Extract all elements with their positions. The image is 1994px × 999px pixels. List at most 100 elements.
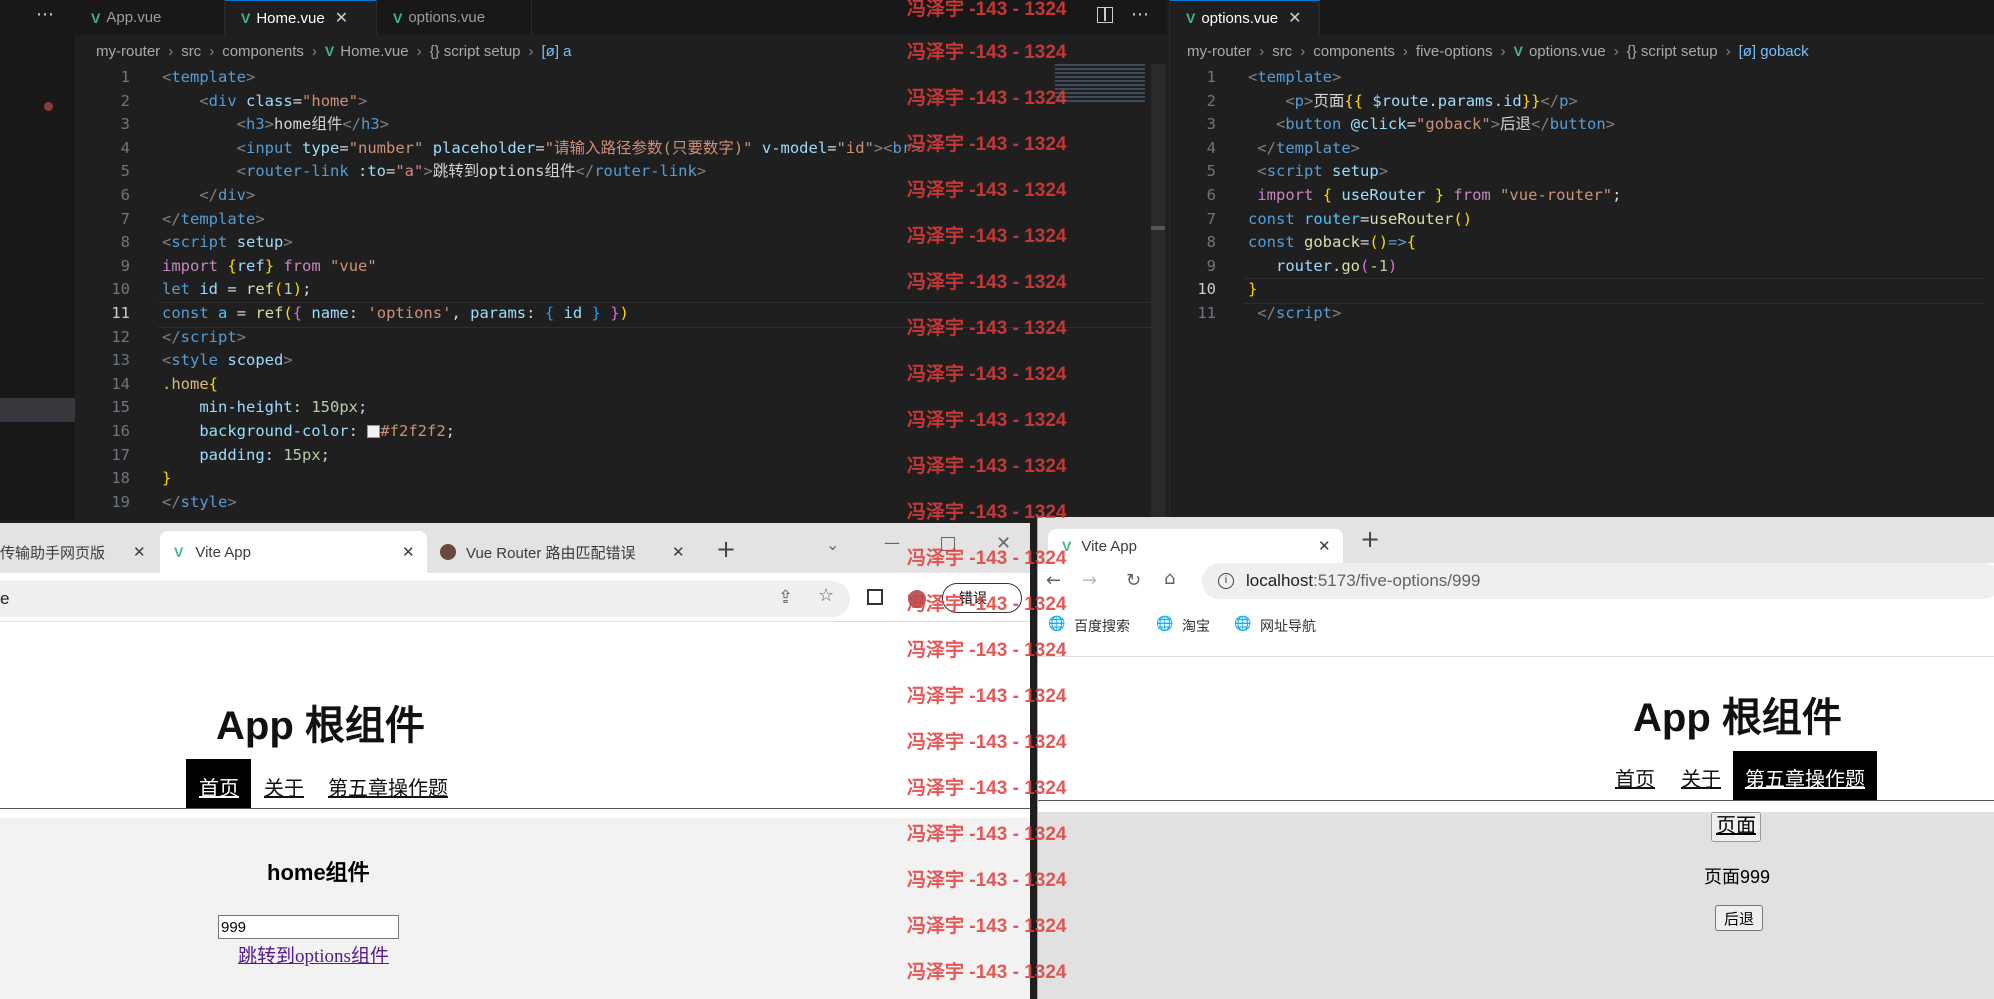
tab-options-vue[interactable]: V options.vue ✕ — [1170, 0, 1320, 35]
route-param-input[interactable] — [218, 915, 399, 939]
nav-chapter5[interactable]: 第五章操作题 — [328, 772, 448, 801]
close-icon[interactable]: ✕ — [1318, 537, 1331, 555]
star-icon[interactable]: ☆ — [818, 585, 834, 606]
editor-tabbar: V options.vue ✕ — [1170, 0, 1994, 35]
watermark-text: 冯泽宇 -143 - 1324 — [907, 134, 1067, 155]
line-number: 2 — [120, 91, 130, 110]
address-bar[interactable]: i localhost :5173/five-options/999 — [1202, 563, 1994, 599]
vue-icon: V — [91, 9, 101, 26]
watermark-text: 冯泽宇 -143 - 1324 — [907, 962, 1067, 983]
close-icon[interactable]: ✕ — [402, 543, 415, 561]
new-tab-icon[interactable]: + — [1360, 525, 1380, 553]
close-icon[interactable]: ✕ — [133, 543, 146, 561]
chevron-down-icon[interactable]: ⌄ — [826, 535, 839, 554]
vue-icon: V — [174, 544, 184, 560]
browser-tab[interactable]: 传输助手网页版 ✕ — [0, 531, 155, 573]
browser-tab-active[interactable]: V Vite App ✕ — [160, 531, 427, 573]
crumb[interactable]: [ø] a — [542, 43, 572, 60]
address-host: localhost — [1246, 571, 1314, 590]
crumb[interactable]: src — [1272, 43, 1292, 60]
close-icon[interactable]: ✕ — [335, 8, 348, 28]
nav-about[interactable]: 关于 — [264, 772, 304, 801]
breakpoint-dot[interactable] — [44, 102, 53, 111]
close-icon[interactable]: ✕ — [672, 543, 685, 561]
line-number: 7 — [1206, 209, 1216, 228]
watermark-text: 冯泽宇 -143 - 1324 — [907, 686, 1067, 707]
vue-icon: V — [241, 10, 251, 26]
bookmark-taobao[interactable]: 淘宝 — [1182, 616, 1210, 636]
line-number: 13 — [111, 351, 130, 370]
tab-options-vue[interactable]: V options.vue — [377, 0, 532, 35]
bookmark-baidu[interactable]: 百度搜索 — [1074, 616, 1130, 636]
line-number: 15 — [111, 398, 130, 417]
content-divider — [1038, 656, 1994, 657]
crumb[interactable]: Home.vue — [340, 43, 408, 60]
home-icon[interactable]: ⌂ — [1164, 568, 1175, 589]
browser-tab-active[interactable]: V Vite App ✕ — [1048, 529, 1343, 563]
left-browser-window: 传输助手网页版 ✕ V Vite App ✕ Vue Router 路由匹配错误… — [0, 523, 1030, 999]
minimap[interactable] — [1055, 64, 1145, 104]
nav-about[interactable]: 关于 — [1681, 763, 1721, 792]
home-title: home组件 — [267, 860, 370, 885]
line-number: 4 — [120, 138, 130, 157]
crumb[interactable]: [ø] goback — [1739, 43, 1809, 60]
minimize-icon[interactable]: — — [884, 533, 900, 552]
bookmark-nav[interactable]: 网址导航 — [1260, 616, 1316, 636]
crumb[interactable]: my-router — [1187, 43, 1251, 60]
line-number: 10 — [1197, 280, 1216, 299]
address-text: e — [0, 589, 10, 608]
line-number: 19 — [111, 492, 130, 511]
tab-app-vue[interactable]: V App.vue — [75, 0, 225, 35]
nav-home[interactable]: 首页 — [199, 772, 239, 801]
color-swatch[interactable] — [367, 424, 381, 438]
new-tab-icon[interactable]: + — [716, 535, 736, 563]
watermark-text: 冯泽宇 -143 - 1324 — [907, 502, 1067, 523]
sidepanel-icon[interactable] — [867, 589, 883, 605]
forward-icon[interactable]: → — [1082, 570, 1097, 591]
tab-label: App.vue — [106, 9, 162, 26]
goto-options-link[interactable]: 跳转到options组件 — [238, 941, 389, 968]
globe-icon: 🌐 — [1234, 615, 1252, 631]
crumb[interactable]: {} script setup — [430, 43, 521, 60]
watermark-text: 冯泽宇 -143 - 1324 — [907, 594, 1067, 615]
reload-icon[interactable]: ↻ — [1126, 570, 1141, 591]
line-number: 11 — [111, 303, 130, 322]
watermark-text: 冯泽宇 -143 - 1324 — [907, 180, 1067, 201]
crumb[interactable]: components — [222, 43, 304, 60]
tab-label: options.vue — [408, 9, 486, 26]
crumb[interactable]: {} script setup — [1627, 43, 1718, 60]
back-icon[interactable]: ← — [1046, 570, 1061, 591]
share-icon[interactable]: ⇪ — [778, 587, 793, 608]
watermark-text: 冯泽宇 -143 - 1324 — [907, 870, 1067, 891]
line-number: 1 — [1206, 68, 1216, 86]
address-bar[interactable]: e — [0, 581, 850, 617]
scrollbar-thumb[interactable] — [1151, 226, 1165, 230]
line-number: 5 — [120, 162, 130, 181]
back-button[interactable]: 后退 — [1715, 905, 1764, 931]
globe-icon: 🌐 — [1156, 615, 1174, 631]
crumb[interactable]: five-options — [1416, 43, 1493, 60]
more-icon[interactable]: ⋯ — [36, 4, 54, 25]
scrollbar[interactable] — [1151, 64, 1165, 520]
info-icon[interactable]: i — [1218, 573, 1234, 589]
options-component: 页面 页面999 后退 — [1038, 812, 1994, 999]
crumb[interactable]: components — [1313, 43, 1395, 60]
nav-chapter5[interactable]: 第五章操作题 — [1745, 763, 1865, 792]
nav-home[interactable]: 首页 — [1615, 763, 1655, 792]
page-button-label: 页面 — [1716, 815, 1756, 837]
crumb[interactable]: options.vue — [1529, 43, 1606, 60]
tab-home-vue[interactable]: V Home.vue ✕ — [225, 0, 377, 35]
line-number: 8 — [120, 233, 130, 252]
tab-label: options.vue — [1201, 9, 1279, 27]
close-icon[interactable]: ✕ — [1288, 8, 1301, 28]
globe-icon: 🌐 — [1048, 615, 1066, 631]
more-actions-icon[interactable]: ⋯ — [1131, 4, 1149, 25]
crumb[interactable]: my-router — [96, 43, 160, 60]
browser-tab[interactable]: Vue Router 路由匹配错误 ✕ — [440, 531, 690, 573]
crumb[interactable]: src — [181, 43, 201, 60]
line-number: 11 — [1197, 303, 1216, 322]
page-button[interactable]: 页面 — [1711, 812, 1761, 842]
split-editor-icon[interactable] — [1097, 7, 1113, 23]
code-area[interactable]: 1 <template> 2 <p>页面{{ $route.params.id}}… — [1176, 66, 1986, 326]
watermark-text: 冯泽宇 -143 - 1324 — [907, 318, 1067, 339]
